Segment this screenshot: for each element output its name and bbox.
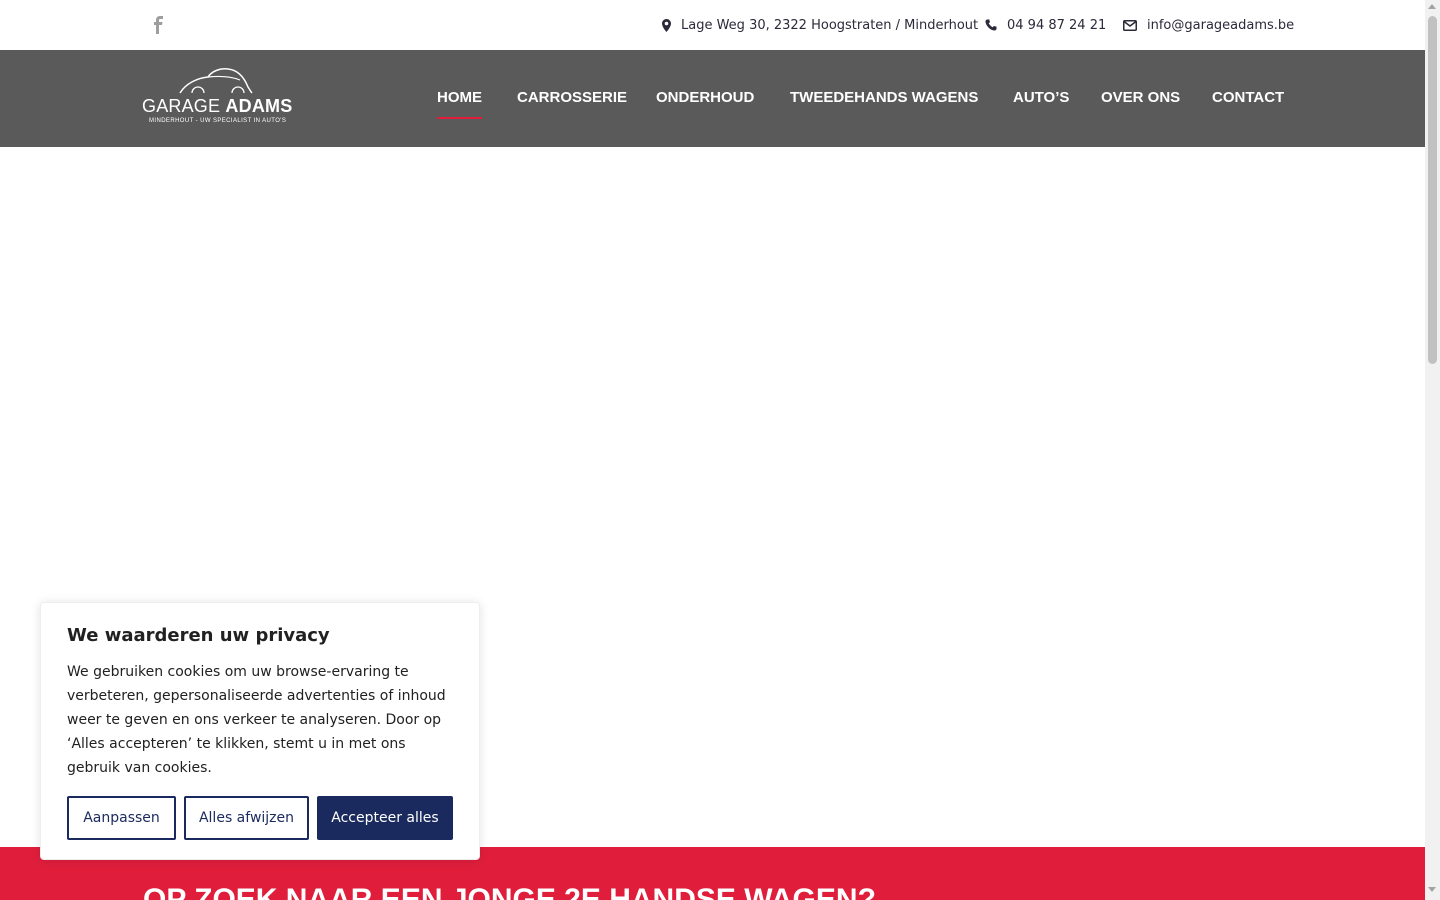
envelope-icon — [1123, 19, 1137, 31]
cookie-text: We gebruiken cookies om uw browse-ervari… — [67, 664, 446, 776]
logo-subtitle: MINDERHOUT - UW SPECIALIST IN AUTO'S — [149, 118, 287, 124]
scroll-down-arrow-icon[interactable] — [1428, 887, 1436, 892]
banner-heading: OP ZOEK NAAR EEN JONGE 2E HANDSE WAGEN? — [143, 883, 876, 900]
address-text: Lage Weg 30, 2322 Hoogstraten / Minderho… — [681, 17, 979, 33]
page-scrollbar[interactable] — [1425, 0, 1440, 900]
email-text: info@garageadams.be — [1147, 17, 1295, 33]
address-item[interactable]: Lage Weg 30, 2322 Hoogstraten / Minderho… — [662, 0, 978, 50]
cookie-title: We waarderen uw privacy — [67, 625, 330, 646]
nav-home[interactable]: HOME — [437, 89, 482, 119]
top-info-bar: Lage Weg 30, 2322 Hoogstraten / Minderho… — [0, 0, 1425, 50]
car-outline-icon — [179, 68, 253, 94]
phone-text: 04 94 87 24 21 — [1007, 17, 1107, 33]
reject-all-button[interactable]: Alles afwijzen — [184, 796, 309, 840]
logo-title: GARAGE ADAMS — [142, 96, 293, 116]
email-item[interactable]: info@garageadams.be — [1123, 0, 1294, 50]
phone-item[interactable]: 04 94 87 24 21 — [985, 0, 1106, 50]
map-marker-icon — [662, 18, 671, 32]
customize-button[interactable]: Aanpassen — [67, 796, 176, 840]
nav-contact[interactable]: CONTACT — [1212, 89, 1284, 106]
main-header: GARAGE ADAMS MINDERHOUT - UW SPECIALIST … — [0, 50, 1425, 147]
page: Lage Weg 30, 2322 Hoogstraten / Minderho… — [0, 0, 1425, 900]
cookie-consent-dialog: We waarderen uw privacy We gebruiken coo… — [40, 602, 480, 860]
nav-carrosserie[interactable]: CARROSSERIE — [517, 89, 627, 106]
scroll-up-arrow-icon[interactable] — [1428, 4, 1436, 9]
phone-icon — [985, 19, 997, 31]
nav-over-ons[interactable]: OVER ONS — [1101, 89, 1180, 106]
scrollbar-thumb[interactable] — [1428, 16, 1437, 364]
facebook-icon[interactable] — [150, 15, 168, 35]
nav-onderhoud[interactable]: ONDERHOUD — [656, 89, 754, 106]
accept-all-button[interactable]: Accepteer alles — [317, 796, 453, 840]
nav-autos[interactable]: AUTO’S — [1013, 89, 1069, 106]
nav-tweedehands-wagens[interactable]: TWEEDEHANDS WAGENS — [790, 89, 978, 106]
site-logo[interactable]: GARAGE ADAMS MINDERHOUT - UW SPECIALIST … — [142, 67, 294, 127]
